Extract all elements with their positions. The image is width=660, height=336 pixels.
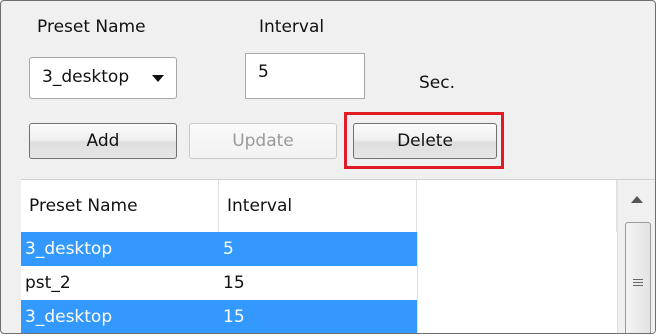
table-row[interactable]: pst_2 15 [21, 266, 617, 300]
preset-panel: Preset Name Interval 3_desktop 5 Sec. Ad… [0, 0, 656, 334]
dropdown-arrow-icon [152, 75, 164, 82]
row-preset-name: 3_desktop [21, 232, 219, 266]
grip-line-icon [633, 282, 643, 283]
column-header-empty [417, 180, 617, 232]
row-interval: 15 [223, 273, 245, 293]
interval-input-value: 5 [258, 62, 269, 82]
table-row[interactable]: 3_desktop 15 [21, 300, 617, 333]
table-header: Preset Name Interval [21, 180, 617, 232]
row-empty-cell [417, 300, 617, 333]
column-header-preset-name[interactable]: Preset Name [21, 180, 219, 232]
grip-line-icon [633, 279, 643, 280]
preset-table: Preset Name Interval 3_desktop 5 pst_2 1… [21, 179, 655, 333]
row-interval: 5 [219, 232, 417, 266]
row-empty-cell [417, 266, 617, 300]
column-header-interval[interactable]: Interval [219, 180, 417, 232]
row-empty-cell [417, 232, 617, 266]
interval-input[interactable]: 5 [245, 53, 365, 99]
add-button[interactable]: Add [29, 123, 177, 159]
table-row[interactable]: 3_desktop 5 [21, 232, 617, 266]
interval-label: Interval [259, 17, 325, 37]
preset-name-selected: 3_desktop [42, 67, 130, 87]
row-interval: 15 [219, 300, 417, 333]
update-button[interactable]: Update [189, 123, 337, 159]
seconds-unit-label: Sec. [419, 73, 456, 93]
scrollbar-thumb[interactable] [625, 222, 651, 333]
vertical-scrollbar[interactable] [617, 180, 655, 333]
delete-button-highlight [344, 112, 504, 169]
scroll-up-arrow-icon[interactable] [631, 196, 643, 203]
preset-name-label: Preset Name [37, 17, 146, 37]
row-preset-name: pst_2 [25, 273, 71, 293]
grip-line-icon [633, 285, 643, 286]
row-preset-name: 3_desktop [21, 300, 219, 333]
preset-name-dropdown[interactable]: 3_desktop [29, 57, 177, 99]
